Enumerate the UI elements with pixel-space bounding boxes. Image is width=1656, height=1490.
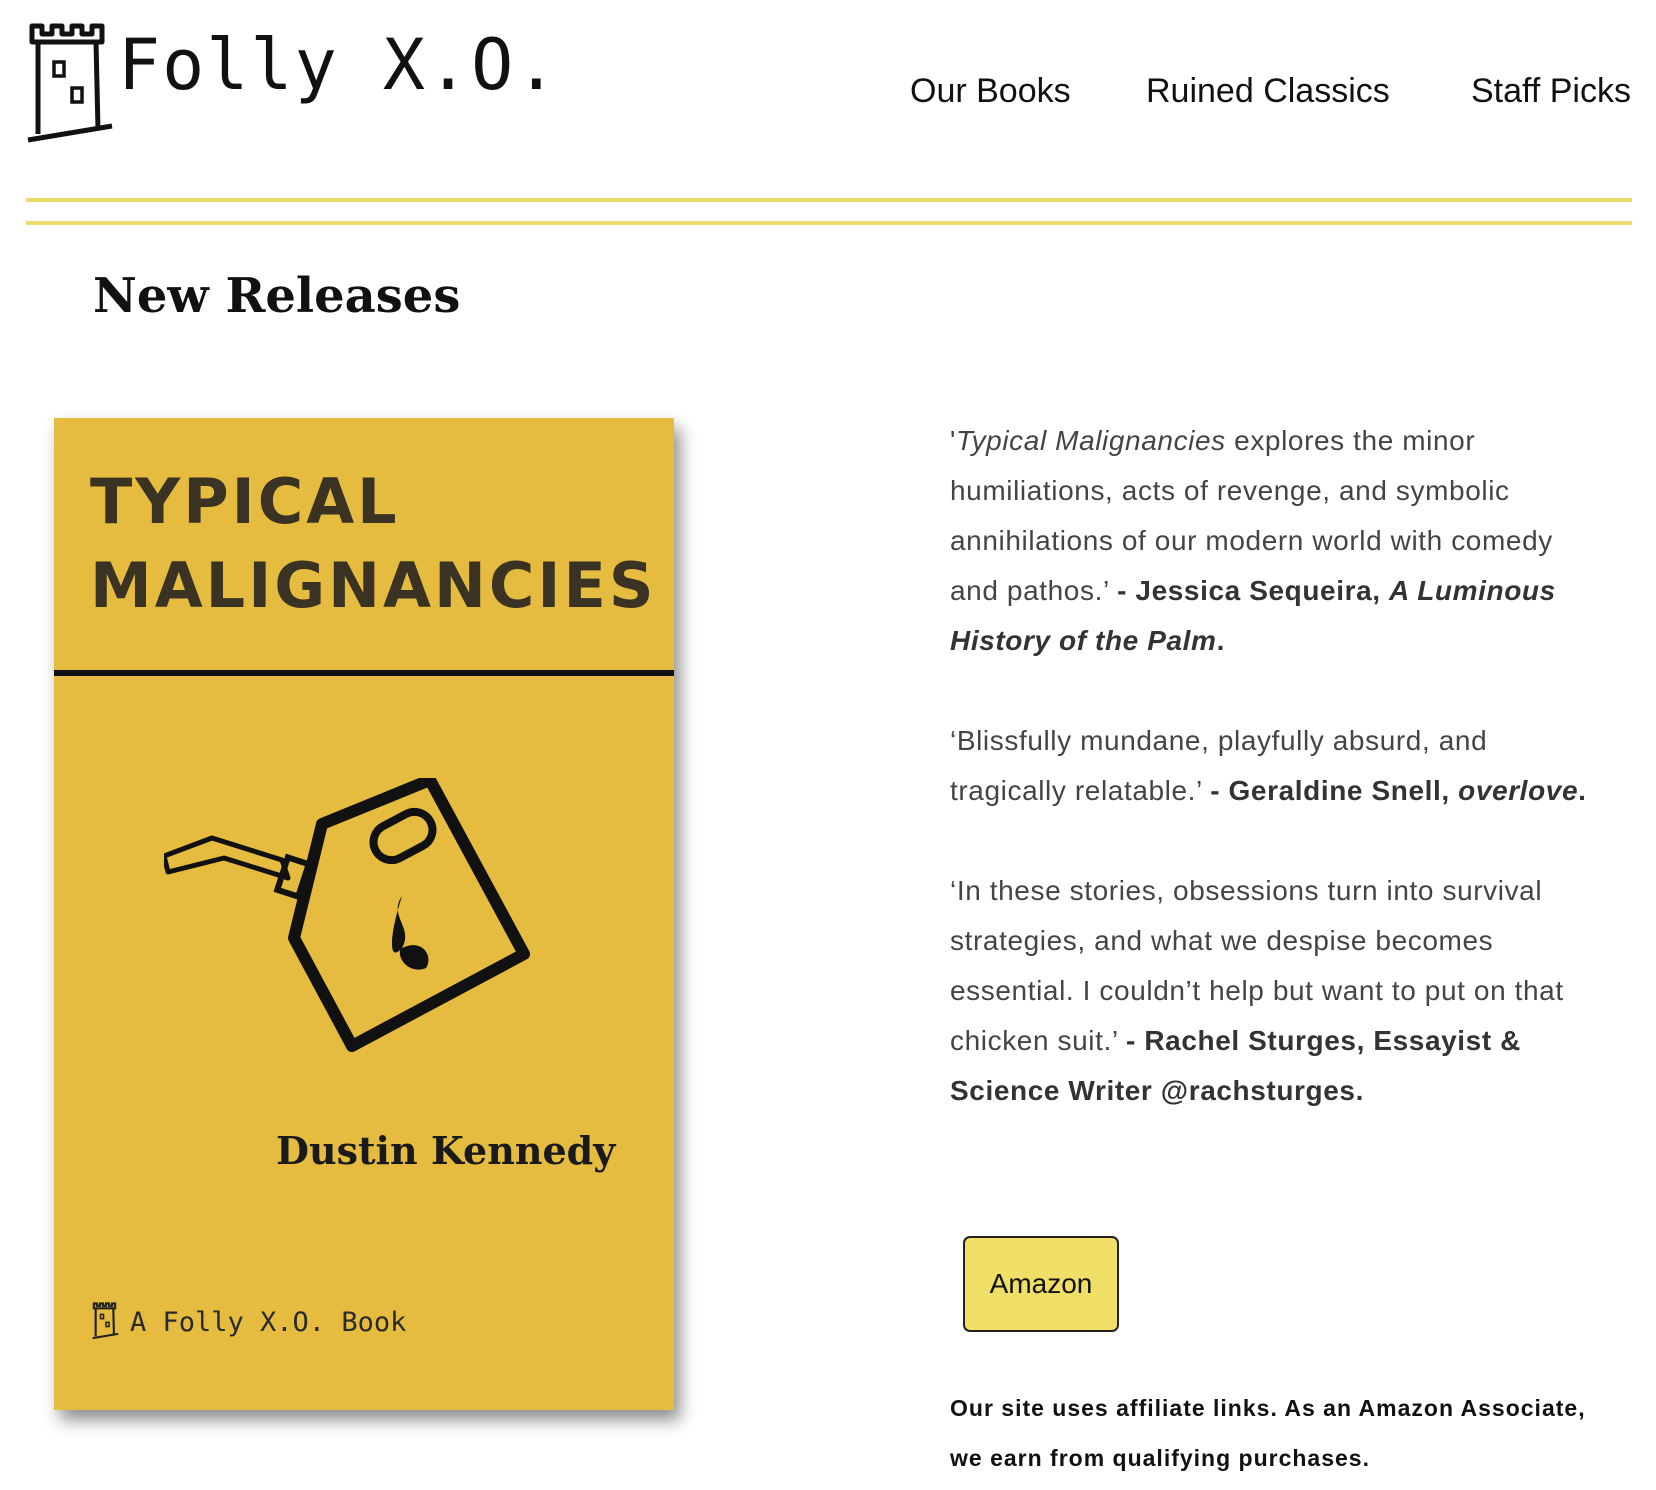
brand-name[interactable]: Folly X.O. — [118, 24, 559, 106]
header-divider-bottom — [26, 221, 1632, 225]
nav-our-books[interactable]: Our Books — [910, 72, 1071, 111]
review-blurb: 'Typical Malignancies explores the minor… — [950, 416, 1590, 666]
book-cover[interactable]: TYPICAL MALIGNANCIES Dustin Kennedy A Fo… — [54, 418, 674, 1410]
amazon-button[interactable]: Amazon — [963, 1236, 1119, 1332]
cover-imprint-label: A Folly X.O. Book — [130, 1306, 407, 1338]
cover-imprint: A Folly X.O. Book — [92, 1300, 406, 1344]
book-title-ref: Typical Malignancies — [955, 425, 1226, 456]
cover-title-line-2: MALIGNANCIES — [90, 549, 657, 622]
gas-can-icon — [164, 778, 530, 1052]
castle-tower-icon — [92, 1302, 119, 1340]
cover-title-line-1: TYPICAL — [90, 465, 400, 538]
review-blurb: ‘In these stories, obsessions turn into … — [950, 866, 1590, 1116]
cover-author: Dustin Kennedy — [276, 1128, 616, 1173]
review-blurbs: 'Typical Malignancies explores the minor… — [950, 416, 1590, 1166]
affiliate-disclaimer: Our site uses affiliate links. As an Ama… — [950, 1395, 1586, 1471]
review-blurb: ‘Blissfully mundane, playfully absurd, a… — [950, 716, 1590, 816]
castle-tower-icon — [27, 23, 113, 143]
nav-ruined-classics[interactable]: Ruined Classics — [1146, 72, 1390, 111]
nav-staff-picks[interactable]: Staff Picks — [1471, 72, 1631, 111]
blurb-end: . — [1578, 775, 1587, 806]
site-logo[interactable] — [26, 22, 118, 152]
cover-divider — [54, 670, 674, 676]
blurb-end: . — [1216, 625, 1225, 656]
blurb-attribution: - Geraldine Snell, — [1210, 775, 1459, 806]
page-title: New Releases — [93, 268, 461, 324]
blurb-attribution: - Jessica Sequeira, — [1117, 575, 1390, 606]
cover-title: TYPICAL MALIGNANCIES — [90, 460, 657, 628]
header-divider-top — [26, 198, 1632, 202]
blurb-source: overlove — [1458, 775, 1579, 806]
